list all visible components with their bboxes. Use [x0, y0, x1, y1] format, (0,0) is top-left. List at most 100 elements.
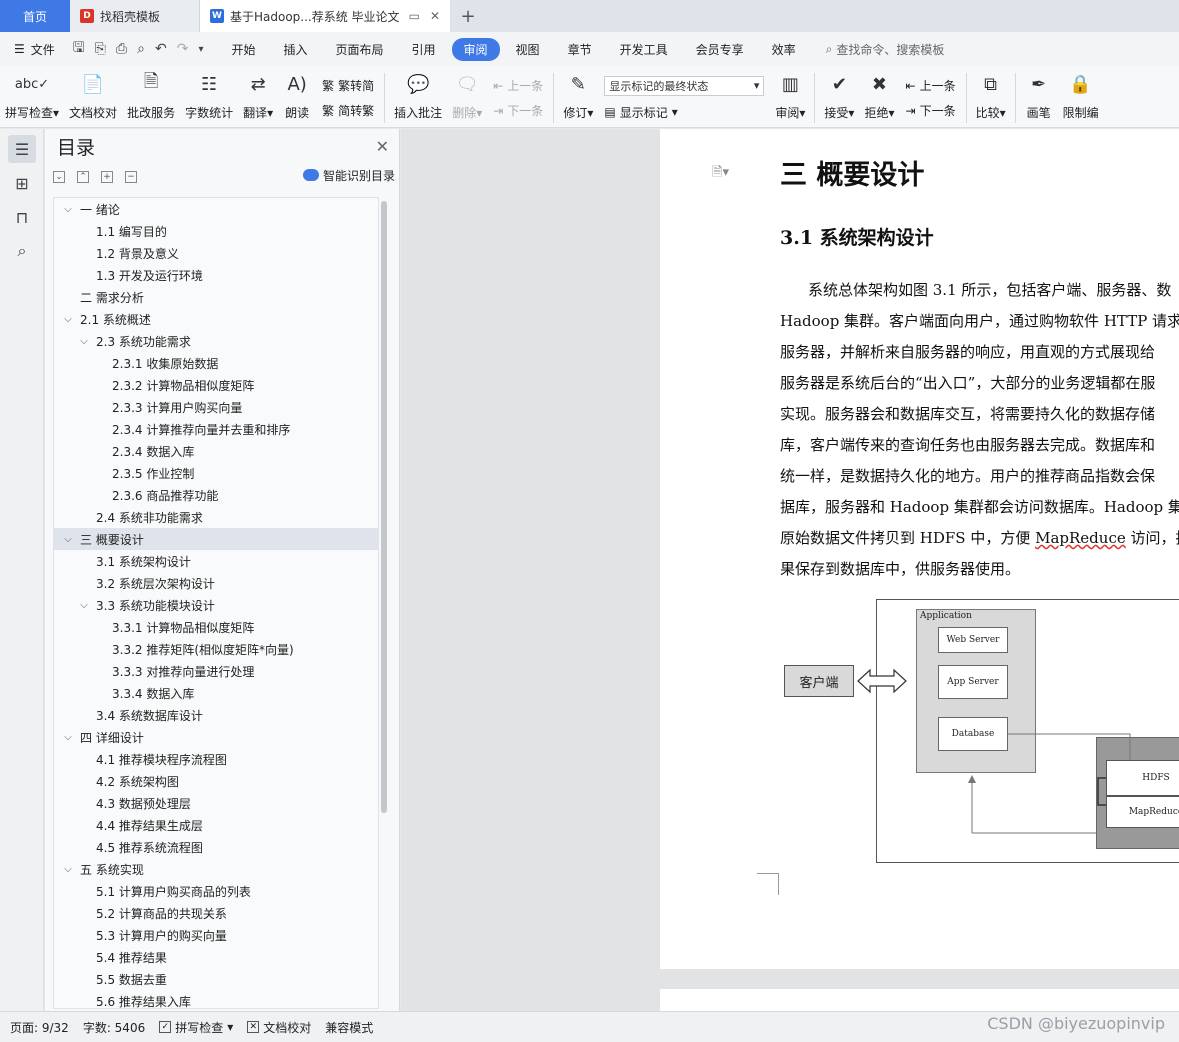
prev-change-button[interactable]: ⇤ 上一条 — [906, 77, 956, 94]
export-icon[interactable]: ⎘ — [95, 41, 106, 57]
toc-item[interactable]: 3.3.4 数据入库 — [54, 682, 378, 704]
toc-item[interactable]: 2.4 系统非功能需求 — [54, 506, 378, 528]
toc-panel-icon[interactable]: ☰ — [8, 135, 36, 163]
outline-icon[interactable]: ⊞ — [8, 169, 36, 197]
compare-button[interactable]: ⧉ 比较▾ — [971, 70, 1011, 126]
toc-item[interactable]: 3.3.2 推荐矩阵(相似度矩阵*向量) — [54, 638, 378, 660]
toc-item[interactable]: 二 需求分析 — [54, 286, 378, 308]
toc-item[interactable]: 5.4 推荐结果 — [54, 946, 378, 968]
toc-item[interactable]: 5.6 推荐结果入库 — [54, 990, 378, 1009]
menu-item-8[interactable]: 会员专享 — [684, 38, 756, 61]
translate-button[interactable]: ⇄ 翻译▾ — [238, 70, 278, 126]
chevron-down-icon[interactable]: ⌵ — [60, 314, 76, 325]
toc-item[interactable]: 2.3.6 商品推荐功能 — [54, 484, 378, 506]
toc-item[interactable]: ⌵ 五 系统实现 — [54, 858, 378, 880]
simp-to-trad-button[interactable]: 繁简转繁 — [322, 102, 374, 119]
menu-item-1[interactable]: 插入 — [271, 38, 319, 61]
command-search[interactable]: ⌕ 查找命令、搜索模板 — [826, 41, 945, 58]
insert-comment-button[interactable]: 💬 插入批注 — [389, 70, 447, 126]
chevron-down-icon[interactable]: ⌵ — [76, 600, 92, 611]
pen-button[interactable]: ✒ 画笔 — [1020, 70, 1058, 126]
toc-item[interactable]: 1.3 开发及运行环境 — [54, 264, 378, 286]
chevron-down-icon[interactable]: ⌵ — [60, 732, 76, 743]
trad-to-simp-button[interactable]: 繁繁转简 — [322, 77, 374, 94]
plus-icon[interactable]: + — [101, 170, 113, 183]
toc-item[interactable]: ⌵ 四 详细设计 — [54, 726, 378, 748]
page-indicator[interactable]: 页面: 9/32 — [10, 1019, 69, 1036]
toc-item[interactable]: 5.5 数据去重 — [54, 968, 378, 990]
save-icon[interactable]: 🖫 — [73, 37, 85, 61]
menu-item-2[interactable]: 页面布局 — [324, 38, 396, 61]
spelling-underlined-word[interactable]: MapReduce — [1035, 529, 1126, 547]
menu-item-6[interactable]: 章节 — [556, 38, 604, 61]
toc-item[interactable]: 3.3.3 对推荐向量进行处理 — [54, 660, 378, 682]
toc-item[interactable]: 4.1 推荐模块程序流程图 — [54, 748, 378, 770]
paragraph-menu-icon[interactable]: 🗎▾ — [712, 163, 729, 185]
accept-button[interactable]: ✔ 接受▾ — [819, 70, 859, 126]
prev-comment-button[interactable]: ⇤ 上一条 — [493, 77, 543, 94]
toc-item[interactable]: ⌵ 三 概要设计 — [54, 528, 378, 550]
toc-item[interactable]: ⌵ 一 绪论 — [54, 198, 378, 220]
show-markup-button[interactable]: ▤ 显示标记 ▾ — [604, 104, 764, 121]
undo-icon[interactable]: ↶ — [155, 41, 167, 57]
toc-item[interactable]: 4.5 推荐系统流程图 — [54, 836, 378, 858]
tab-template[interactable]: D 找稻壳模板 — [70, 0, 200, 32]
reject-button[interactable]: ✖ 拒绝▾ — [859, 70, 899, 126]
delete-comment-button[interactable]: 🗨 删除▾ — [447, 70, 487, 126]
chevron-down-icon[interactable]: ⌵ — [76, 336, 92, 347]
screen-icon[interactable]: ▭ — [409, 9, 420, 23]
close-icon[interactable]: ✕ — [430, 9, 440, 23]
doc-proof-toggle[interactable]: ✕ 文档校对 — [247, 1019, 311, 1036]
annotate-service-button[interactable]: 🗎 批改服务 — [122, 70, 180, 126]
file-menu[interactable]: ☰ 文件 — [0, 41, 69, 58]
toc-item[interactable]: ⌵ 2.3 系统功能需求 — [54, 330, 378, 352]
toc-item[interactable]: 3.3.1 计算物品相似度矩阵 — [54, 616, 378, 638]
toc-item[interactable]: 1.2 背景及意义 — [54, 242, 378, 264]
toc-item[interactable]: 5.2 计算商品的共现关系 — [54, 902, 378, 924]
toc-item[interactable]: 2.3.5 作业控制 — [54, 462, 378, 484]
toc-item[interactable]: 3.2 系统层次架构设计 — [54, 572, 378, 594]
doc-proof-button[interactable]: 📄 文档校对 — [64, 70, 122, 126]
toc-item[interactable]: 3.4 系统数据库设计 — [54, 704, 378, 726]
chevron-down-icon[interactable]: ⌵ — [60, 534, 76, 545]
minus-icon[interactable]: − — [125, 170, 137, 183]
word-count-button[interactable]: ☷ 字数统计 — [180, 70, 238, 126]
toc-item[interactable]: 2.3.4 计算推荐向量并去重和排序 — [54, 418, 378, 440]
toc-item[interactable]: 5.3 计算用户的购买向量 — [54, 924, 378, 946]
toc-item[interactable]: 2.3.2 计算物品相似度矩阵 — [54, 374, 378, 396]
toc-item[interactable]: 1.1 编写目的 — [54, 220, 378, 242]
menu-item-9[interactable]: 效率 — [760, 38, 808, 61]
toc-item[interactable]: 3.1 系统架构设计 — [54, 550, 378, 572]
toc-item[interactable]: 2.3.3 计算用户购买向量 — [54, 396, 378, 418]
menu-item-3[interactable]: 引用 — [400, 38, 448, 61]
collapse-all-icon[interactable]: ⌄ — [53, 170, 65, 183]
spell-check-button[interactable]: abc✓ 拼写检查▾ — [0, 70, 64, 126]
redo-icon[interactable]: ↷ — [177, 41, 189, 57]
toc-item[interactable]: ⌵ 3.3 系统功能模块设计 — [54, 594, 378, 616]
bookmark-icon[interactable]: ⊓ — [8, 203, 36, 231]
toc-item[interactable]: 2.3.1 收集原始数据 — [54, 352, 378, 374]
expand-up-icon[interactable]: ⌃ — [77, 170, 89, 183]
close-icon[interactable]: ✕ — [376, 137, 389, 156]
next-comment-button[interactable]: ⇥ 下一条 — [493, 102, 543, 119]
menu-item-0[interactable]: 开始 — [219, 38, 267, 61]
search-icon[interactable]: ⌕ — [8, 237, 36, 265]
toc-item[interactable]: ⌵ 2.1 系统概述 — [54, 308, 378, 330]
read-aloud-button[interactable]: A) 朗读 — [278, 70, 316, 126]
menu-item-4[interactable]: 审阅 — [451, 37, 500, 61]
toc-scrollbar[interactable] — [381, 201, 387, 813]
review-pane-button[interactable]: ▥ 审阅▾ — [770, 70, 810, 126]
chevron-down-icon[interactable]: ▾ — [198, 44, 203, 55]
spell-check-toggle[interactable]: ✓ 拼写检查 ▾ — [159, 1019, 233, 1036]
toc-item[interactable]: 2.3.4 数据入库 — [54, 440, 378, 462]
new-tab-button[interactable]: + — [450, 0, 486, 32]
toc-item[interactable]: 4.2 系统架构图 — [54, 770, 378, 792]
word-count-indicator[interactable]: 字数: 5406 — [83, 1019, 145, 1036]
next-change-button[interactable]: ⇥ 下一条 — [906, 102, 956, 119]
preview-icon[interactable]: ⌕ — [137, 41, 145, 57]
tab-document[interactable]: W 基于Hadoop...荐系统 毕业论文 ▭ ✕ — [200, 0, 450, 32]
toc-item[interactable]: 4.3 数据预处理层 — [54, 792, 378, 814]
chevron-down-icon[interactable]: ⌵ — [60, 864, 76, 875]
track-changes-button[interactable]: ✎ 修订▾ — [558, 70, 598, 126]
markup-state-select[interactable]: 显示标记的最终状态 ▾ — [604, 75, 765, 96]
